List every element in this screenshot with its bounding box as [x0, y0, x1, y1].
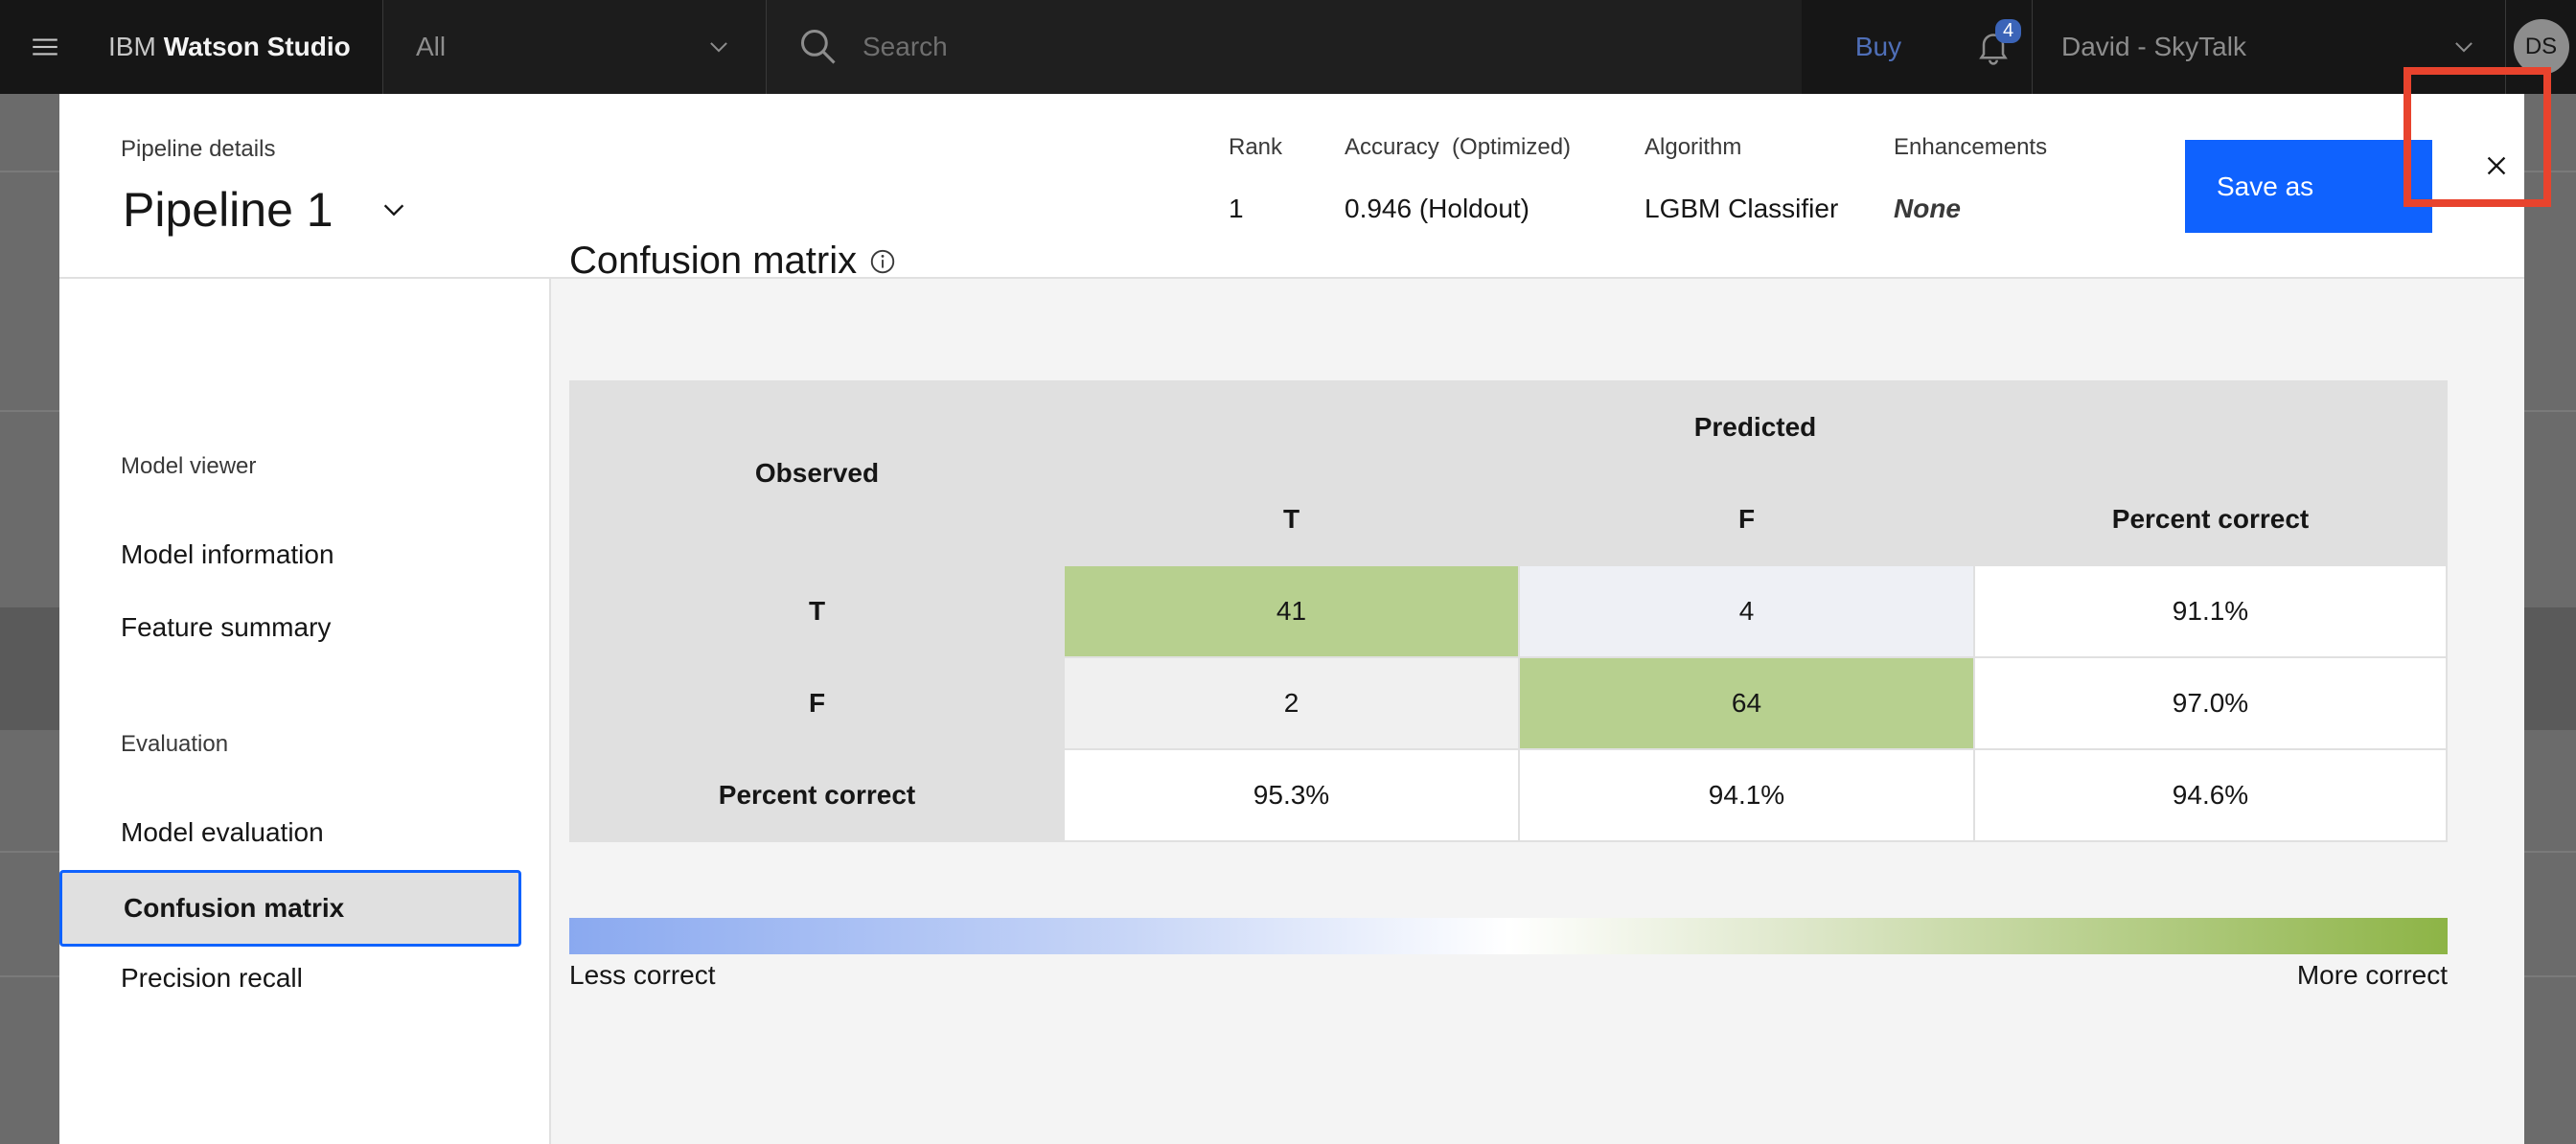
chevron-down-icon — [2455, 42, 2472, 53]
matrix-cell: 94.6% — [1973, 748, 2448, 842]
chevron-down-icon — [710, 42, 727, 53]
chevron-down-icon — [383, 204, 403, 217]
matrix-cell: 64 — [1518, 656, 1975, 750]
color-scale-legend — [569, 918, 2448, 954]
scope-dropdown[interactable]: All — [383, 0, 767, 94]
notification-badge: 4 — [1995, 19, 2022, 43]
matrix-cell: 41 — [1063, 564, 1520, 658]
pipeline-name: Pipeline 1 — [123, 183, 334, 237]
table-row: F 2 64 97.0% — [569, 656, 2448, 750]
avatar-button[interactable]: DS — [2505, 0, 2576, 94]
brand-name: Watson Studio — [163, 32, 351, 61]
col-header-f: F — [1518, 472, 1975, 566]
predicted-header: Predicted — [1063, 380, 2448, 474]
rank-value: 1 — [1229, 194, 1244, 223]
scope-value: All — [416, 32, 447, 61]
section-title: Confusion matrix — [569, 240, 858, 282]
nav-model-information[interactable]: Model information — [121, 539, 334, 570]
col-header-percent: Percent correct — [1973, 472, 2448, 566]
row-label: T — [569, 564, 1065, 658]
enhancements-value: None — [1894, 194, 1961, 223]
pipeline-details-label: Pipeline details — [121, 136, 276, 162]
accuracy-stat: Accuracy (Optimized) 0.946 (Holdout) — [1345, 134, 1571, 224]
menu-icon[interactable] — [0, 0, 89, 94]
matrix-cell: 94.1% — [1518, 748, 1975, 842]
nav-confusion-matrix[interactable]: Confusion matrix — [59, 870, 521, 947]
legend-less-correct: Less correct — [569, 960, 716, 990]
left-nav: Model viewer Model information Feature s… — [59, 279, 551, 1144]
rank-label: Rank — [1229, 134, 1283, 160]
algorithm-label: Algorithm — [1644, 134, 1742, 160]
close-icon — [2487, 156, 2506, 175]
close-button[interactable] — [2453, 123, 2540, 209]
confusion-matrix-table: Observed Predicted T F Percent correct T… — [569, 380, 2448, 842]
nav-precision-recall[interactable]: Precision recall — [121, 963, 303, 994]
account-name: David - SkyTalk — [2061, 32, 2246, 61]
row-label: F — [569, 656, 1065, 750]
section-evaluation: Evaluation — [121, 731, 229, 757]
app-brand[interactable]: IBM Watson Studio — [89, 0, 383, 94]
notifications-button[interactable]: 4 — [1955, 0, 2032, 94]
nav-model-evaluation[interactable]: Model evaluation — [121, 817, 324, 848]
matrix-cell: 4 — [1518, 564, 1975, 658]
pipeline-selector[interactable]: Pipeline 1 — [123, 182, 408, 238]
modal-header: Pipeline details Pipeline 1 Rank 1 Accur… — [59, 94, 2524, 279]
top-bar: IBM Watson Studio All Search Buy 4 David… — [0, 0, 2576, 94]
buy-link[interactable]: Buy — [1802, 0, 1955, 94]
avatar: DS — [2513, 19, 2569, 75]
matrix-cell: 91.1% — [1973, 564, 2448, 658]
matrix-cell: 2 — [1063, 656, 1520, 750]
brand-prefix: IBM — [108, 32, 156, 61]
rank-stat: Rank 1 — [1229, 134, 1282, 224]
algorithm-value: LGBM Classifier — [1644, 194, 1839, 223]
save-as-button[interactable]: Save as — [2185, 140, 2432, 233]
accuracy-label: Accuracy (Optimized) — [1345, 134, 1572, 160]
nav-feature-summary[interactable]: Feature summary — [121, 612, 331, 643]
section-model-viewer: Model viewer — [121, 453, 257, 479]
observed-header: Observed — [569, 380, 1065, 566]
confusion-matrix-title: Confusion matrix — [569, 240, 897, 283]
enhancements-label: Enhancements — [1894, 134, 2048, 160]
algorithm-stat: Algorithm LGBM Classifier — [1644, 134, 1838, 224]
info-icon[interactable] — [868, 247, 897, 276]
search-input[interactable]: Search — [767, 0, 1802, 94]
matrix-cell: 97.0% — [1973, 656, 2448, 750]
col-header-t: T — [1063, 472, 1520, 566]
search-icon — [800, 29, 836, 64]
legend-more-correct: More correct — [2296, 960, 2448, 990]
table-row: Percent correct 95.3% 94.1% 94.6% — [569, 748, 2448, 842]
accuracy-value: 0.946 (Holdout) — [1345, 194, 1530, 223]
matrix-cell: 95.3% — [1063, 748, 1520, 842]
account-switcher[interactable]: David - SkyTalk — [2032, 0, 2505, 94]
enhancements-stat: Enhancements None — [1894, 134, 2047, 224]
table-row: T 41 4 91.1% — [569, 564, 2448, 658]
search-placeholder: Search — [862, 32, 948, 61]
row-label: Percent correct — [569, 748, 1065, 842]
